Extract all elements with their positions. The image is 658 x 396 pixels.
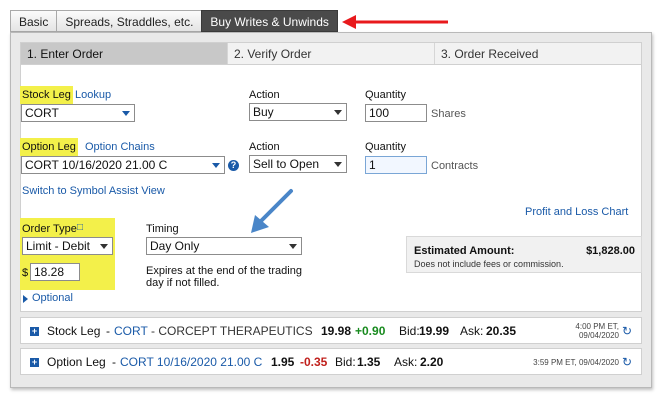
estimated-amount-note: Does not include fees or commission.	[414, 259, 564, 269]
stock-quantity-label: Quantity	[365, 89, 406, 101]
comment-icon[interactable]: □	[77, 222, 83, 233]
timing-note-line1: Expires at the end of the trading	[146, 265, 302, 277]
option-action-select[interactable]: Sell to Open	[249, 155, 347, 173]
refresh-icon[interactable]: ↻	[622, 325, 633, 337]
stock-quote-sep: -	[106, 324, 110, 338]
annotation-arrow-red	[342, 15, 448, 29]
step-enter-order: 1. Enter Order	[21, 43, 228, 64]
timing-note-line2: day if not filled.	[146, 277, 220, 289]
currency-symbol: $	[22, 267, 29, 279]
estimated-amount-label: Estimated Amount:	[414, 245, 515, 257]
stock-quote-time-2: 09/04/2020	[578, 331, 619, 340]
estimated-amount-box: Estimated Amount: $1,828.00 Does not inc…	[406, 236, 642, 273]
stock-quote-bid: 19.99	[419, 324, 450, 338]
option-quote-sep: -	[112, 355, 116, 369]
order-type-select[interactable]: Limit - Debit	[22, 237, 113, 255]
order-type-label: Order Type	[22, 223, 77, 235]
order-type-tabs: Basic Spreads, Straddles, etc. Buy Write…	[10, 10, 338, 32]
order-steps: 1. Enter Order 2. Verify Order 3. Order …	[21, 43, 641, 65]
option-quote-leg: Option Leg	[47, 355, 106, 369]
option-quantity-label: Quantity	[365, 141, 406, 153]
stock-quote-ask-label: Ask:	[460, 324, 484, 338]
stock-quote-time-1: 4:00 PM ET,	[575, 322, 619, 331]
timing-select[interactable]: Day Only	[146, 237, 302, 255]
option-chains-link[interactable]: Option Chains	[85, 141, 155, 153]
expand-icon[interactable]: +	[30, 358, 39, 367]
tab-buy-writes[interactable]: Buy Writes & Unwinds	[201, 10, 338, 32]
help-icon[interactable]: ?	[228, 160, 239, 171]
chevron-down-icon	[212, 163, 220, 168]
limit-price-input[interactable]: 18.28	[30, 263, 80, 281]
step-order-received: 3. Order Received	[435, 43, 641, 64]
shares-unit: Shares	[431, 108, 466, 120]
annotation-arrow-blue	[251, 189, 293, 233]
tab-spreads[interactable]: Spreads, Straddles, etc.	[56, 10, 202, 32]
lookup-link[interactable]: Lookup	[75, 89, 111, 101]
profit-loss-chart-link[interactable]: Profit and Loss Chart	[525, 206, 628, 218]
option-quote-symbol[interactable]: CORT 10/16/2020 21.00 C	[120, 355, 262, 369]
stock-leg-quote: + Stock Leg - CORT - CORCEPT THERAPEUTIC…	[20, 317, 642, 344]
timing-label: Timing	[146, 223, 179, 235]
optional-toggle[interactable]: Optional	[32, 292, 73, 304]
stock-symbol-value: CORT	[25, 106, 59, 120]
option-quote-ask-label: Ask:	[394, 355, 418, 369]
stock-quote-leg: Stock Leg	[47, 324, 101, 338]
chevron-down-icon	[289, 244, 297, 249]
switch-symbol-assist-link[interactable]: Switch to Symbol Assist View	[22, 185, 165, 197]
chevron-down-icon	[334, 162, 342, 167]
stock-symbol-input[interactable]: CORT	[21, 104, 135, 122]
option-leg-quote: + Option Leg - CORT 10/16/2020 21.00 C 1…	[20, 348, 642, 375]
stock-action-select[interactable]: Buy	[249, 103, 347, 121]
option-quote-bid-label: Bid:	[335, 355, 356, 369]
stock-quote-change: +0.90	[355, 324, 386, 338]
chevron-down-icon	[122, 111, 130, 116]
chevron-down-icon	[334, 110, 342, 115]
option-action-value: Sell to Open	[253, 157, 320, 171]
option-symbol-value: CORT 10/16/2020 21.00 C	[25, 158, 168, 172]
option-quote-time: 3:59 PM ET, 09/04/2020	[533, 358, 619, 367]
option-quote-last: 1.95	[271, 355, 295, 369]
stock-action-label: Action	[249, 89, 280, 101]
stock-quote-last: 19.98	[321, 324, 352, 338]
stock-quote-symbol[interactable]: CORT	[114, 324, 148, 338]
order-panel: 1. Enter Order 2. Verify Order 3. Order …	[10, 32, 652, 388]
expand-icon[interactable]: +	[30, 327, 39, 336]
option-leg-label: Option Leg	[20, 138, 78, 156]
chevron-down-icon	[100, 244, 108, 249]
estimated-amount-value: $1,828.00	[586, 245, 635, 257]
timing-value: Day Only	[150, 239, 200, 253]
triangle-right-icon	[23, 295, 28, 303]
option-quote-change: -0.35	[300, 355, 328, 369]
refresh-icon[interactable]: ↻	[622, 356, 633, 368]
stock-quote-bid-label: Bid:	[399, 324, 420, 338]
order-type-value: Limit - Debit	[26, 239, 91, 253]
stock-quote-ask: 20.35	[486, 324, 517, 338]
stock-quote-name: - CORCEPT THERAPEUTICS	[151, 324, 313, 338]
option-quantity-input[interactable]: 1	[365, 156, 427, 174]
tab-basic[interactable]: Basic	[10, 10, 57, 32]
option-quote-ask: 2.20	[420, 355, 444, 369]
option-quote-bid: 1.35	[357, 355, 381, 369]
stock-quantity-input[interactable]: 100	[365, 104, 427, 122]
option-action-label: Action	[249, 141, 280, 153]
stock-action-value: Buy	[253, 105, 274, 119]
stock-leg-label: Stock Leg	[20, 86, 73, 104]
step-verify-order: 2. Verify Order	[228, 43, 435, 64]
option-symbol-input[interactable]: CORT 10/16/2020 21.00 C	[21, 156, 225, 174]
contracts-unit: Contracts	[431, 160, 479, 172]
